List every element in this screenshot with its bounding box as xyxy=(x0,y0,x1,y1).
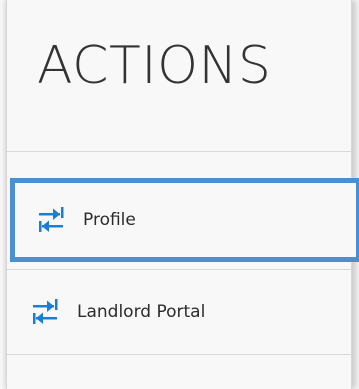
actions-panel-body: ACTIONS Profile Landlord Portal xyxy=(6,0,359,389)
divider xyxy=(7,151,351,152)
landlord-portal-action[interactable]: Landlord Portal xyxy=(7,274,351,350)
panel-heading: ACTIONS xyxy=(37,36,272,96)
swap-arrows-icon xyxy=(37,205,71,235)
profile-action[interactable]: Profile xyxy=(10,178,359,262)
divider xyxy=(7,354,351,355)
landlord-portal-action-label: Landlord Portal xyxy=(77,302,206,322)
swap-arrows-icon xyxy=(31,297,65,327)
divider xyxy=(7,269,351,270)
profile-action-label: Profile xyxy=(83,210,136,230)
actions-panel: ACTIONS Profile Landlord Portal xyxy=(0,0,359,389)
